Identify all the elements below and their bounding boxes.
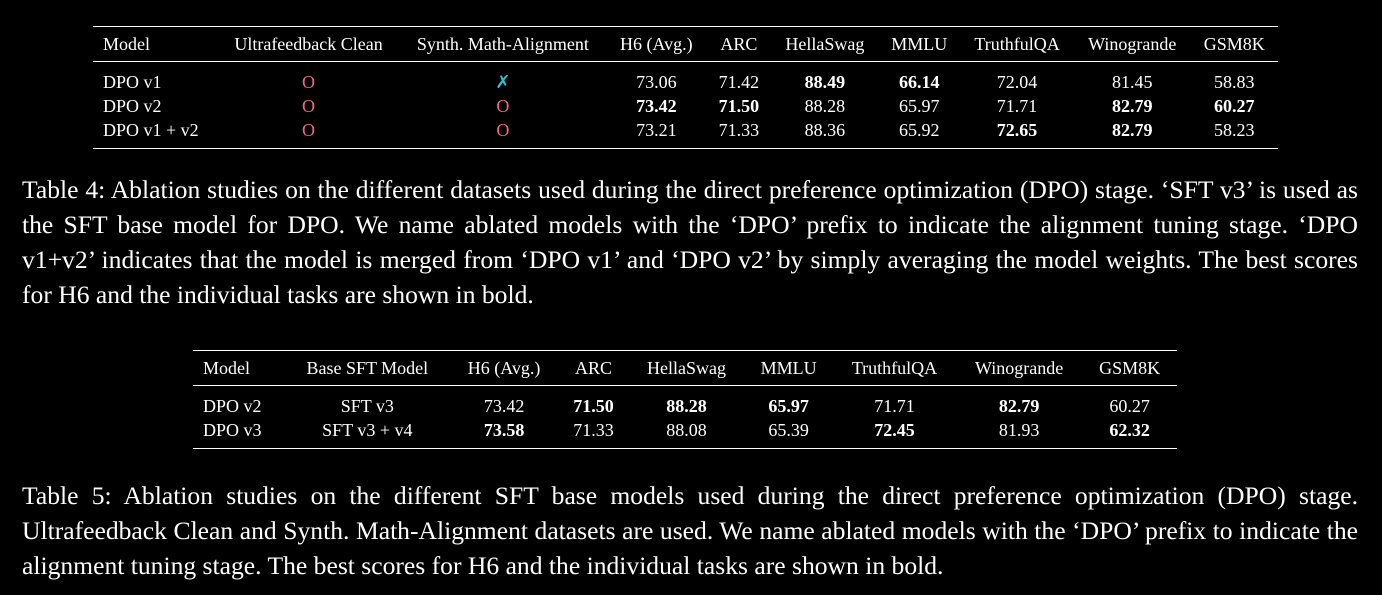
col-header-base-sft: Base SFT Model <box>284 350 451 386</box>
table-row: DPO v2 O O 73.42 71.50 88.28 65.97 71.71… <box>93 94 1278 118</box>
cell-gsm8k: 58.83 <box>1214 71 1255 92</box>
cell-model: DPO v2 <box>103 95 162 116</box>
cell-winogrande: 82.79 <box>998 395 1040 416</box>
cross-mark-icon: ✗ <box>495 71 511 92</box>
cell-winogrande: 81.45 <box>1111 71 1153 92</box>
col-header-truthfulqa: TruthfulQA <box>833 350 956 386</box>
cell-arc: 71.33 <box>558 418 629 449</box>
cell-model: DPO v2 <box>203 395 262 416</box>
cell-hellaswag: 88.28 <box>804 95 846 116</box>
col-header-mmlu: MMLU <box>878 26 961 62</box>
cell-h6: 73.21 <box>606 118 707 149</box>
check-mark-o: O <box>217 118 400 149</box>
table-4-header-row: Model Ultrafeedback Clean Synth. Math-Al… <box>93 26 1278 62</box>
cell-mmlu: 65.97 <box>768 395 809 416</box>
check-mark-o: O <box>302 95 316 116</box>
table-4-caption: Table 4: Ablation studies on the differe… <box>22 175 1358 309</box>
col-header-arc: ARC <box>558 350 629 386</box>
table-row: DPO v2 SFT v3 73.42 71.50 88.28 65.97 71… <box>193 386 1177 419</box>
cell-mmlu: 66.14 <box>899 71 940 92</box>
cell-hellaswag: 88.28 <box>666 395 707 416</box>
col-header-synth-math: Synth. Math-Alignment <box>399 26 607 62</box>
cell-mmlu: 65.92 <box>878 118 961 149</box>
check-mark-o: O <box>302 71 316 92</box>
col-header-gsm8k: GSM8K <box>1190 26 1278 62</box>
cell-hellaswag: 88.36 <box>771 118 879 149</box>
cell-truthfulqa: 72.04 <box>996 71 1038 92</box>
cell-gsm8k: 62.32 <box>1082 418 1177 449</box>
cell-h6: 73.06 <box>636 71 677 92</box>
cell-gsm8k: 60.27 <box>1214 95 1255 116</box>
cell-h6: 73.58 <box>450 418 559 449</box>
table-5-caption: Table 5: Ablation studies on the differe… <box>22 481 1358 580</box>
col-header-model: Model <box>93 26 218 62</box>
col-header-h6: H6 (Avg.) <box>450 350 559 386</box>
cell-truthfulqa: 72.65 <box>960 118 1074 149</box>
col-header-ultrafeedback: Ultrafeedback Clean <box>217 26 400 62</box>
cell-truthfulqa: 72.45 <box>833 418 956 449</box>
cell-model: DPO v1 <box>103 71 162 92</box>
cell-truthfulqa: 71.71 <box>874 395 915 416</box>
cell-model: DPO v3 <box>193 418 285 449</box>
col-header-truthfulqa: TruthfulQA <box>960 26 1074 62</box>
cell-truthfulqa: 71.71 <box>996 95 1038 116</box>
col-header-hellaswag: HellaSwag <box>771 26 879 62</box>
cell-winogrande: 81.93 <box>955 418 1083 449</box>
cell-arc: 71.33 <box>706 118 772 149</box>
table-row: DPO v1 + v2 O O 73.21 71.33 88.36 65.92 … <box>93 118 1278 149</box>
cell-model: DPO v1 + v2 <box>93 118 218 149</box>
cell-mmlu: 65.97 <box>899 95 940 116</box>
col-header-arc: ARC <box>706 26 772 62</box>
col-header-hellaswag: HellaSwag <box>628 350 745 386</box>
cell-base-sft: SFT v3 + v4 <box>284 418 451 449</box>
col-header-model: Model <box>193 350 285 386</box>
cell-h6: 73.42 <box>483 395 525 416</box>
col-header-winogrande: Winogrande <box>955 350 1083 386</box>
cell-arc: 71.42 <box>718 71 760 92</box>
cell-hellaswag: 88.49 <box>804 71 846 92</box>
table-row: DPO v1 O ✗ 73.06 71.42 88.49 66.14 72.04… <box>93 62 1278 95</box>
col-header-winogrande: Winogrande <box>1073 26 1191 62</box>
cell-mmlu: 65.39 <box>744 418 834 449</box>
check-mark-o: O <box>496 95 510 116</box>
cell-winogrande: 82.79 <box>1111 95 1153 116</box>
col-header-mmlu: MMLU <box>744 350 834 386</box>
table-5: Model Base SFT Model H6 (Avg.) ARC Hella… <box>193 350 1177 449</box>
cell-h6: 73.42 <box>636 95 677 116</box>
table-row: DPO v3 SFT v3 + v4 73.58 71.33 88.08 65.… <box>193 418 1177 449</box>
cell-hellaswag: 88.08 <box>628 418 745 449</box>
check-mark-o: O <box>399 118 607 149</box>
col-header-gsm8k: GSM8K <box>1082 350 1177 386</box>
cell-arc: 71.50 <box>718 95 760 116</box>
table-5-header-row: Model Base SFT Model H6 (Avg.) ARC Hella… <box>193 350 1177 386</box>
cell-arc: 71.50 <box>573 395 614 416</box>
cell-gsm8k: 60.27 <box>1109 395 1150 416</box>
col-header-h6: H6 (Avg.) <box>606 26 707 62</box>
table-4: Model Ultrafeedback Clean Synth. Math-Al… <box>93 26 1278 149</box>
cell-winogrande: 82.79 <box>1073 118 1191 149</box>
cell-gsm8k: 58.23 <box>1190 118 1278 149</box>
cell-base-sft: SFT v3 <box>340 395 394 416</box>
